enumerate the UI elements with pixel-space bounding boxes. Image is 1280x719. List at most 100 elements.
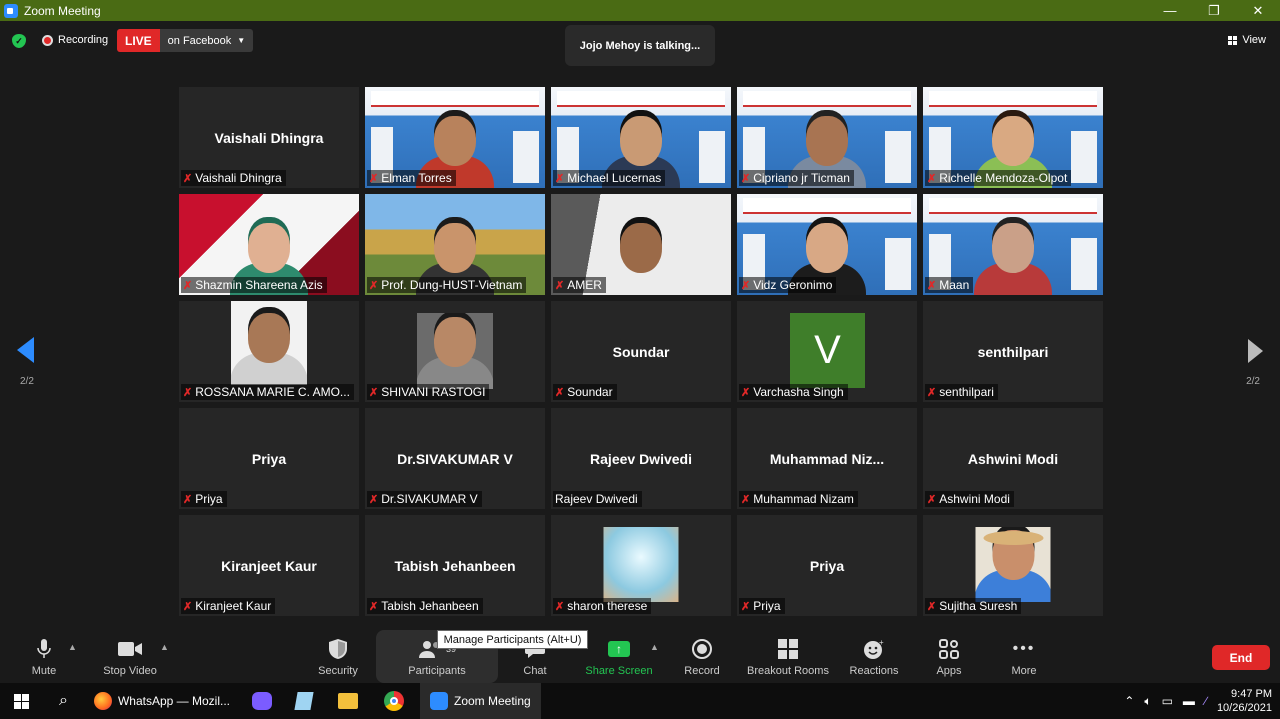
- chrome-icon[interactable]: [384, 691, 404, 711]
- breakout-rooms-button[interactable]: Breakout Rooms: [744, 630, 832, 683]
- mute-button[interactable]: Mute: [24, 630, 64, 683]
- participant-tile[interactable]: Muhammad Niz... ✗ Muhammad Nizam: [737, 408, 917, 509]
- pen-icon[interactable]: ∕: [1205, 694, 1207, 708]
- participant-name: Cipriano jr Ticman: [753, 171, 850, 185]
- muted-mic-icon: ✗: [369, 279, 379, 292]
- participant-tile[interactable]: Priya ✗ Priya: [737, 515, 917, 616]
- participant-tile[interactable]: Tabish Jehanbeen ✗ Tabish Jehanbeen: [365, 515, 545, 616]
- notes-app-icon[interactable]: [294, 692, 314, 710]
- participant-name-tag: ✗ Michael Lucernas: [553, 170, 666, 186]
- battery-icon[interactable]: ▬: [1183, 694, 1195, 708]
- participant-tile[interactable]: senthilpari ✗ senthilpari: [923, 301, 1103, 402]
- share-screen-label: Share Screen: [585, 665, 653, 677]
- participant-tile[interactable]: Dr.SIVAKUMAR V ✗ Dr.SIVAKUMAR V: [365, 408, 545, 509]
- previous-page-arrow-icon[interactable]: [17, 337, 34, 363]
- record-icon: [692, 638, 712, 660]
- participant-tile[interactable]: ✗ Maan: [923, 194, 1103, 295]
- messenger-icon[interactable]: [252, 692, 272, 710]
- participant-name-tag: ✗ ROSSANA MARIE C. AMO...: [181, 384, 354, 400]
- tray-chevron-up-icon[interactable]: ⌃: [1124, 694, 1134, 708]
- participant-tile[interactable]: Kiranjeet Kaur ✗ Kiranjeet Kaur: [179, 515, 359, 616]
- page-indicator-right: 2/2: [1246, 376, 1260, 387]
- participant-tile[interactable]: ✗ Elman Torres: [365, 87, 545, 188]
- clock-date: 10/26/2021: [1216, 702, 1272, 714]
- participant-name-tag: ✗ Sujitha Suresh: [925, 598, 1022, 614]
- record-button[interactable]: Record: [680, 630, 724, 683]
- participant-name: Soundar: [567, 385, 613, 399]
- participant-tile[interactable]: Priya ✗ Priya: [179, 408, 359, 509]
- search-icon[interactable]: ⌕: [59, 692, 68, 710]
- title-bar: Zoom Meeting — ❐ ✕: [0, 0, 1280, 21]
- participant-tile[interactable]: ✗ Sujitha Suresh: [923, 515, 1103, 616]
- share-screen-button[interactable]: ↑ Share Screen: [584, 630, 654, 683]
- participant-name-tag: ✗ Priya: [181, 491, 227, 507]
- close-button[interactable]: ✕: [1236, 0, 1280, 21]
- participant-tile[interactable]: ✗ Prof. Dung-HUST-Vietnam: [365, 194, 545, 295]
- record-label: Record: [684, 665, 720, 677]
- participant-tile[interactable]: Ashwini Modi ✗ Ashwini Modi: [923, 408, 1103, 509]
- more-button[interactable]: ••• More: [1004, 630, 1044, 683]
- page-indicator-left: 2/2: [20, 376, 34, 387]
- minimize-button[interactable]: —: [1148, 0, 1192, 21]
- grid-view-icon: [1228, 35, 1238, 45]
- participant-tile[interactable]: ✗ AMER: [551, 194, 731, 295]
- chat-label: Chat: [523, 665, 547, 677]
- participant-name-tag: ✗ Dr.SIVAKUMAR V: [367, 491, 482, 507]
- muted-mic-icon: ✗: [741, 493, 751, 506]
- participant-tile[interactable]: V ✗ Varchasha Singh: [737, 301, 917, 402]
- muted-mic-icon: ✗: [927, 600, 937, 613]
- taskbar-zoom-meeting[interactable]: Zoom Meeting: [420, 683, 541, 719]
- live-badge: LIVE: [117, 29, 160, 52]
- speaker-icon[interactable]: 🔈︎: [1144, 694, 1151, 709]
- participant-tile[interactable]: ✗ Shazmin Shareena Azis: [179, 194, 359, 295]
- participant-name: Shazmin Shareena Azis: [195, 278, 323, 292]
- participant-tile[interactable]: Rajeev Dwivedi Rajeev Dwivedi: [551, 408, 731, 509]
- participant-tile[interactable]: ✗ SHIVANI RASTOGI: [365, 301, 545, 402]
- participant-name: Muhammad Nizam: [753, 492, 854, 506]
- share-options-caret-icon[interactable]: ▲: [650, 642, 659, 652]
- view-button[interactable]: View: [1228, 34, 1266, 46]
- reactions-button[interactable]: + Reactions: [846, 630, 902, 683]
- restore-button[interactable]: ❐: [1192, 0, 1236, 21]
- record-dot-icon: [42, 34, 53, 46]
- participant-name-tag: ✗ senthilpari: [925, 384, 998, 400]
- breakout-rooms-icon: [778, 638, 798, 660]
- participant-tile[interactable]: ✗ Richelle Mendoza-Olpot: [923, 87, 1103, 188]
- participant-name: Kiranjeet Kaur: [195, 599, 272, 613]
- muted-mic-icon: ✗: [927, 172, 937, 185]
- participant-name-tag: ✗ Muhammad Nizam: [739, 491, 858, 507]
- profile-picture: [417, 313, 493, 389]
- talking-banner: Jojo Mehoy is talking...: [565, 25, 715, 66]
- end-meeting-button[interactable]: End: [1212, 645, 1270, 670]
- live-stream-button[interactable]: LIVE on Facebook ▼: [117, 29, 254, 52]
- participant-tile[interactable]: Vaishali Dhingra ✗ Vaishali Dhingra: [179, 87, 359, 188]
- participant-name-tag: ✗ AMER: [553, 277, 606, 293]
- stop-video-button[interactable]: Stop Video: [98, 630, 162, 683]
- shield-icon[interactable]: ✓: [12, 34, 26, 48]
- taskbar-clock[interactable]: 9:47 PM 10/26/2021: [1217, 687, 1272, 715]
- next-page-arrow-icon[interactable]: [1248, 339, 1263, 363]
- participant-tile[interactable]: Soundar ✗ Soundar: [551, 301, 731, 402]
- windows-start-icon[interactable]: [14, 693, 29, 709]
- apps-button[interactable]: Apps: [930, 630, 968, 683]
- recording-indicator[interactable]: Recording: [42, 34, 108, 46]
- more-label: More: [1011, 665, 1037, 677]
- muted-mic-icon: ✗: [555, 172, 565, 185]
- muted-mic-icon: ✗: [555, 600, 565, 613]
- taskbar-firefox-whatsapp[interactable]: WhatsApp — Mozil...: [93, 683, 230, 719]
- participant-tile[interactable]: ✗ Vidz Geronimo: [737, 194, 917, 295]
- svg-text:+: +: [879, 639, 884, 647]
- audio-options-caret-icon[interactable]: ▲: [68, 642, 77, 652]
- muted-mic-icon: ✗: [183, 279, 193, 292]
- participant-tile[interactable]: ✗ ROSSANA MARIE C. AMO...: [179, 301, 359, 402]
- participant-name: Elman Torres: [381, 171, 452, 185]
- participant-tile[interactable]: ✗ sharon therese: [551, 515, 731, 616]
- file-explorer-icon[interactable]: [338, 693, 358, 709]
- security-button[interactable]: Security: [312, 630, 364, 683]
- video-options-caret-icon[interactable]: ▲: [160, 642, 169, 652]
- participant-name: Prof. Dung-HUST-Vietnam: [381, 278, 523, 292]
- participant-tile[interactable]: ✗ Michael Lucernas: [551, 87, 731, 188]
- microphone-icon: [37, 638, 51, 660]
- network-icon[interactable]: ▭: [1162, 694, 1173, 708]
- participant-tile[interactable]: ✗ Cipriano jr Ticman: [737, 87, 917, 188]
